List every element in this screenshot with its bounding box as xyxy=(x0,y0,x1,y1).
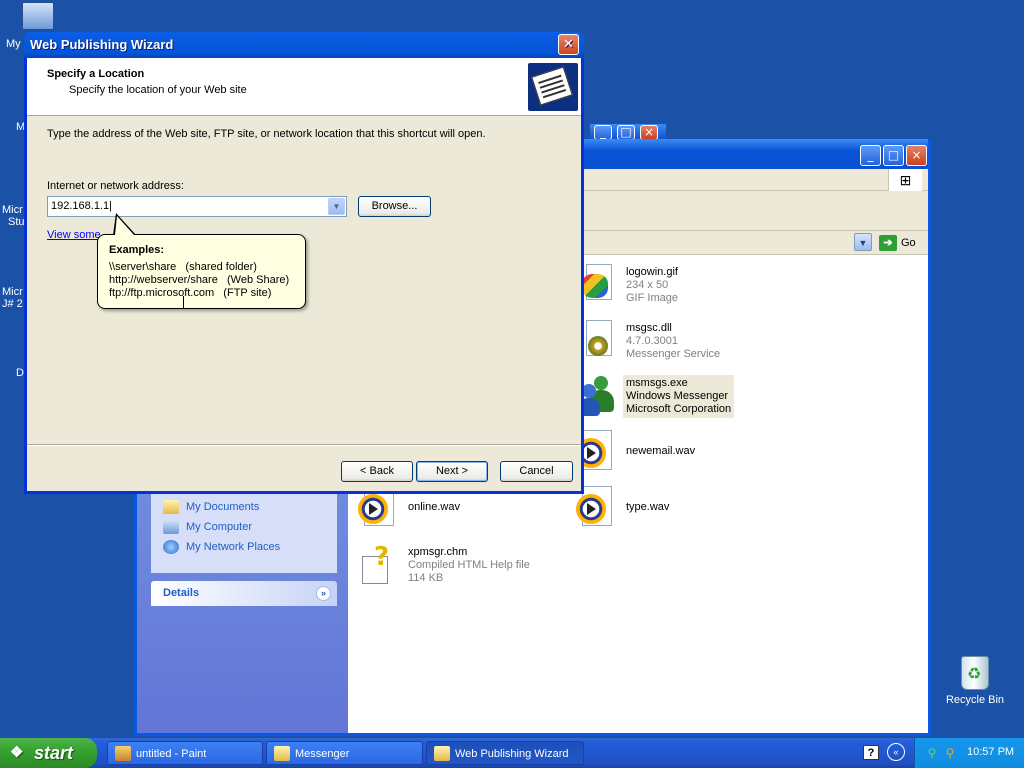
web-publishing-logo-icon xyxy=(528,63,578,111)
explorer-minimize-button[interactable]: _ xyxy=(860,145,881,166)
file-company: Microsoft Corporation xyxy=(626,403,732,415)
my-documents-icon xyxy=(163,500,179,514)
file-size: 114 KB xyxy=(408,572,444,584)
file-type: Messenger Service xyxy=(626,348,721,360)
folder-icon xyxy=(274,746,290,761)
balloon-example-web-share: http://webserver/share (Web Share) xyxy=(109,274,290,286)
hidden-maximize-button[interactable]: □ xyxy=(617,125,635,140)
balloon-example-shared-folder: \\server\share (shared folder) xyxy=(109,261,257,273)
file-name: newemail.wav xyxy=(626,445,696,457)
cancel-button[interactable]: Cancel xyxy=(500,461,573,482)
desktop-label-d[interactable]: D xyxy=(16,367,24,379)
my-computer-icon[interactable] xyxy=(22,2,54,30)
cancel-button-label: Cancel xyxy=(519,465,554,477)
go-button[interactable]: ➔ Go xyxy=(879,233,925,253)
system-tray: ⚲ ⚲ 10:57 PM xyxy=(914,738,1024,768)
next-button[interactable]: Next > xyxy=(416,461,488,482)
link-my-network-places[interactable]: My Network Places xyxy=(151,537,337,557)
details-label: Details xyxy=(163,587,200,599)
link-my-documents[interactable]: My Documents xyxy=(151,497,337,517)
clock[interactable]: 10:57 PM xyxy=(967,746,1014,758)
back-button[interactable]: < Back xyxy=(341,461,413,482)
file-name: xpmsgr.chm xyxy=(408,546,468,558)
taskbar-item-label: untitled - Paint xyxy=(136,748,207,760)
file-type: Compiled HTML Help file xyxy=(408,559,530,571)
help-icon[interactable]: ? xyxy=(863,745,879,760)
paint-icon xyxy=(115,746,131,761)
desktop-label-micr-2[interactable]: Micr xyxy=(2,286,23,298)
back-button-label: < Back xyxy=(360,465,394,477)
balloon-tail-fill xyxy=(115,216,134,235)
other-places-box: My Documents My Computer My Network Plac… xyxy=(151,491,337,573)
expand-chevron-icon[interactable]: » xyxy=(316,586,331,601)
file-detail: Windows Messenger xyxy=(626,390,729,402)
start-button[interactable]: ❖ start xyxy=(0,738,97,768)
windows-logo-icon: ❖ xyxy=(10,744,24,761)
explorer-maximize-button[interactable]: □ xyxy=(883,145,904,166)
help-file-icon: ? xyxy=(360,542,398,586)
recycle-bin[interactable]: Recycle Bin xyxy=(940,656,1010,706)
wizard-instructions: Type the address of the Web site, FTP si… xyxy=(47,128,486,140)
file-name: msmsgs.exe xyxy=(626,377,688,389)
taskbar-item-messenger[interactable]: Messenger xyxy=(266,741,423,765)
file-detail: 4.7.0.3001 xyxy=(626,335,678,347)
mouse-ibeam-cursor xyxy=(183,296,184,309)
file-name: msgsc.dll xyxy=(626,322,672,334)
desktop-label-j2[interactable]: J# 2 xyxy=(2,298,23,310)
balloon-example-ftp-site: ftp://ftp.microsoft.com (FTP site) xyxy=(109,287,272,299)
recycle-bin-label: Recycle Bin xyxy=(945,694,1005,706)
network-places-icon xyxy=(163,540,179,554)
view-examples-link[interactable]: View some xyxy=(47,229,101,241)
taskbar-item-label: Messenger xyxy=(295,748,350,760)
show-hidden-icons-chevron-icon[interactable]: « xyxy=(887,743,905,761)
address-dropdown-button[interactable]: ▼ xyxy=(854,233,872,251)
taskbar-item-web-publishing-wizard[interactable]: Web Publishing Wizard xyxy=(426,741,584,765)
link-my-documents-label: My Documents xyxy=(186,501,260,513)
recycle-bin-icon xyxy=(961,656,989,690)
address-field-label: Internet or network address: xyxy=(47,180,184,192)
address-input-value[interactable]: 192.168.1.1 xyxy=(51,200,112,212)
link-my-computer[interactable]: My Computer xyxy=(151,517,337,537)
details-section-header[interactable]: Details » xyxy=(151,581,337,606)
wizard-separator xyxy=(27,444,581,446)
file-type: GIF Image xyxy=(626,292,678,304)
next-button-label: Next > xyxy=(435,465,469,477)
browse-button[interactable]: Browse... xyxy=(358,196,431,217)
wizard-heading: Specify a Location xyxy=(47,68,145,80)
folder-icon xyxy=(434,746,450,761)
hidden-minimize-button[interactable]: _ xyxy=(594,125,612,140)
hidden-window-titlebar: _ □ × xyxy=(590,124,666,140)
wizard-titlebar: Web Publishing Wizard ✕ xyxy=(24,32,584,58)
link-my-computer-label: My Computer xyxy=(186,521,253,533)
address-combobox[interactable]: 192.168.1.1 ▼ xyxy=(47,196,347,217)
network-tray-icon[interactable]: ⚲ xyxy=(925,746,939,760)
wizard-header: Specify a Location Specify the location … xyxy=(27,58,581,116)
search-tray-icon[interactable]: ⚲ xyxy=(943,746,957,760)
link-my-network-places-label: My Network Places xyxy=(186,541,281,553)
start-label: start xyxy=(34,743,74,763)
desktop-label-micr-1[interactable]: Micr xyxy=(2,204,23,216)
wizard-title: Web Publishing Wizard xyxy=(30,37,174,52)
file-name: online.wav xyxy=(408,501,460,513)
windows-flag-icon: ⊞ xyxy=(888,169,922,191)
file-detail: 234 x 50 xyxy=(626,279,669,291)
wizard-subheading: Specify the location of your Web site xyxy=(69,84,247,96)
file-name: type.wav xyxy=(626,501,670,513)
desktop-label-my[interactable]: My xyxy=(6,38,21,50)
wizard-close-button[interactable]: ✕ xyxy=(558,34,579,55)
explorer-close-button[interactable]: × xyxy=(906,145,927,166)
go-label: Go xyxy=(901,237,916,249)
go-arrow-icon: ➔ xyxy=(879,235,897,252)
my-computer-small-icon xyxy=(163,520,179,534)
balloon-title: Examples: xyxy=(109,244,165,256)
examples-balloon-tooltip: Examples: \\server\share (shared folder)… xyxy=(97,234,306,309)
hidden-close-button[interactable]: × xyxy=(640,125,658,140)
address-dropdown-arrow-icon[interactable]: ▼ xyxy=(328,198,345,215)
browse-button-label: Browse... xyxy=(371,200,418,212)
desktop-label-stu[interactable]: Stu xyxy=(8,216,25,228)
taskbar-item-paint[interactable]: untitled - Paint xyxy=(107,741,263,765)
file-name: logowin.gif xyxy=(626,266,678,278)
taskbar-item-label: Web Publishing Wizard xyxy=(455,748,569,760)
